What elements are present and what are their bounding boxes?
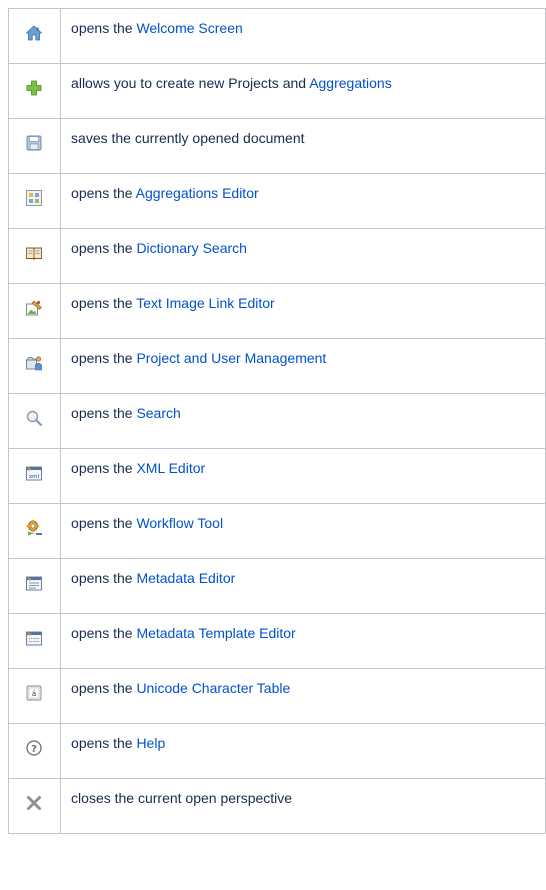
metadata-template-icon xyxy=(26,631,42,646)
user-management-icon xyxy=(25,356,42,371)
metadata-editor-icon xyxy=(26,576,42,591)
table-row: opens the Search xyxy=(7,393,546,449)
description-cell: opens the Help xyxy=(60,723,546,779)
description-text: opens the xyxy=(71,625,137,641)
home-icon xyxy=(25,25,43,41)
description-cell: opens the Welcome Screen xyxy=(60,8,546,64)
description-cell: opens the Unicode Character Table xyxy=(60,668,546,724)
description-text: allows you to create new Projects and xyxy=(71,75,310,91)
text-image-link-editor-link[interactable]: Text Image Link Editor xyxy=(136,295,275,311)
table-row: opens the Text Image Link Editor xyxy=(7,283,546,339)
toolbar-icon-table: opens the Welcome Screen allows you to c… xyxy=(7,8,546,834)
svg-text:?: ? xyxy=(31,744,37,755)
icon-cell xyxy=(7,63,62,119)
icon-cell xyxy=(7,173,62,229)
close-x-icon xyxy=(27,796,41,810)
icon-cell: xml xyxy=(7,448,62,504)
project-user-management-link[interactable]: Project and User Management xyxy=(136,350,326,366)
svg-text:xml: xml xyxy=(29,474,40,480)
unicode-table-icon: ä xyxy=(26,685,42,701)
description-text: opens the xyxy=(71,570,137,586)
icon-cell xyxy=(7,8,62,64)
description-cell: opens the Search xyxy=(60,393,546,449)
help-link[interactable]: Help xyxy=(136,735,165,751)
table-row: ä opens the Unicode Character Table xyxy=(7,668,546,724)
dictionary-book-icon xyxy=(26,247,42,261)
description-cell: opens the Project and User Management xyxy=(60,338,546,394)
description-cell: opens the Metadata Template Editor xyxy=(60,613,546,669)
icon-cell xyxy=(7,613,62,669)
icon-cell xyxy=(7,558,62,614)
icon-cell xyxy=(7,228,62,284)
aggregations-link[interactable]: Aggregations xyxy=(309,75,392,91)
welcome-screen-link[interactable]: Welcome Screen xyxy=(136,20,242,36)
table-row: opens the Metadata Editor xyxy=(7,558,546,614)
description-text: opens the xyxy=(71,680,137,696)
description-text: opens the xyxy=(71,515,137,531)
help-icon: ? xyxy=(26,740,42,756)
table-row: opens the Aggregations Editor xyxy=(7,173,546,229)
table-row: saves the currently opened document xyxy=(7,118,546,174)
xml-editor-icon: xml xyxy=(26,466,42,481)
plus-icon xyxy=(26,80,42,96)
description-text: opens the xyxy=(71,350,137,366)
icon-cell xyxy=(7,118,62,174)
unicode-character-table-link[interactable]: Unicode Character Table xyxy=(136,680,290,696)
workflow-tool-link[interactable]: Workflow Tool xyxy=(136,515,223,531)
description-cell: opens the Dictionary Search xyxy=(60,228,546,284)
table-row: opens the Welcome Screen xyxy=(7,8,546,64)
description-cell: opens the Aggregations Editor xyxy=(60,173,546,229)
description-text: opens the xyxy=(71,240,137,256)
table-row: opens the Metadata Template Editor xyxy=(7,613,546,669)
save-icon xyxy=(26,135,42,151)
description-cell: opens the XML Editor xyxy=(60,448,546,504)
table-row: ? opens the Help xyxy=(7,723,546,779)
table-row: xml opens the XML Editor xyxy=(7,448,546,504)
description-cell: opens the Text Image Link Editor xyxy=(60,283,546,339)
table-row: opens the Dictionary Search xyxy=(7,228,546,284)
icon-cell xyxy=(7,503,62,559)
xml-editor-link[interactable]: XML Editor xyxy=(136,460,205,476)
text-image-link-icon xyxy=(26,300,42,316)
description-text: opens the xyxy=(71,295,137,311)
icon-cell xyxy=(7,393,62,449)
description-cell: saves the currently opened document xyxy=(60,118,546,174)
magnifier-icon xyxy=(26,410,43,427)
description-text: opens the xyxy=(71,185,136,201)
description-cell: opens the Workflow Tool xyxy=(60,503,546,559)
description-text: saves the currently opened document xyxy=(71,130,305,146)
icon-cell xyxy=(7,338,62,394)
table-row: opens the Workflow Tool xyxy=(7,503,546,559)
aggregations-editor-icon xyxy=(26,190,42,206)
description-text: closes the current open perspective xyxy=(71,790,293,806)
table-row: closes the current open perspective xyxy=(7,778,546,834)
icon-cell xyxy=(7,283,62,339)
description-cell: closes the current open perspective xyxy=(60,778,546,834)
icon-cell: ä xyxy=(7,668,62,724)
table-row: allows you to create new Projects and Ag… xyxy=(7,63,546,119)
icon-cell: ? xyxy=(7,723,62,779)
svg-text:ä: ä xyxy=(32,690,36,698)
description-cell: opens the Metadata Editor xyxy=(60,558,546,614)
metadata-template-editor-link[interactable]: Metadata Template Editor xyxy=(136,625,295,641)
icon-cell xyxy=(7,778,62,834)
description-text: opens the xyxy=(71,20,137,36)
dictionary-search-link[interactable]: Dictionary Search xyxy=(136,240,247,256)
table-row: opens the Project and User Management xyxy=(7,338,546,394)
description-text: opens the xyxy=(71,735,137,751)
description-cell: allows you to create new Projects and Ag… xyxy=(60,63,546,119)
description-text: opens the xyxy=(71,460,137,476)
metadata-editor-link[interactable]: Metadata Editor xyxy=(136,570,235,586)
aggregations-editor-link[interactable]: Aggregations Editor xyxy=(136,185,259,201)
search-link[interactable]: Search xyxy=(136,405,180,421)
workflow-gear-icon xyxy=(26,519,42,536)
description-text: opens the xyxy=(71,405,137,421)
